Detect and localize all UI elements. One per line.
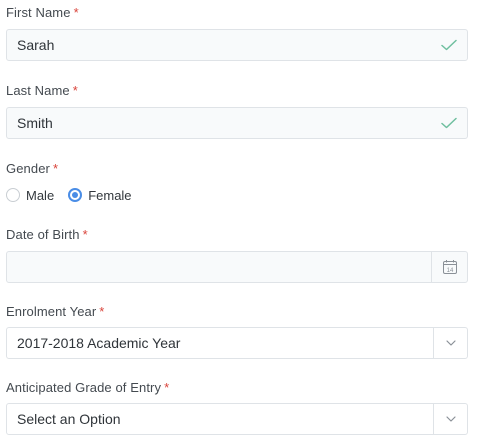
required-asterisk: * [164, 380, 170, 395]
gender-radio-group: Male Female [6, 186, 146, 204]
chevron-down-icon [445, 416, 456, 422]
enrolment-year-dropdown-button[interactable] [433, 328, 467, 358]
required-asterisk: * [52, 161, 59, 176]
calendar-day: 14 [446, 268, 453, 274]
required-asterisk: * [99, 304, 105, 319]
first-name-label: First Name * [6, 5, 79, 20]
grade-label: Anticipated Grade of Entry * [6, 380, 170, 395]
date-of-birth-input[interactable]: 14 [6, 251, 468, 283]
grade-value: Select an Option [17, 411, 121, 427]
gender-option-male[interactable]: Male [6, 188, 54, 203]
required-asterisk: * [73, 5, 79, 20]
enrolment-year-value: 2017-2018 Academic Year [17, 335, 181, 351]
check-icon [441, 39, 457, 51]
gender-label: Gender * [6, 161, 59, 176]
first-name-input[interactable]: Sarah [6, 29, 468, 61]
gender-option-label: Female [88, 187, 132, 203]
radio-female[interactable] [68, 188, 83, 202]
required-asterisk: * [82, 227, 88, 242]
grade-dropdown-button[interactable] [433, 404, 467, 434]
last-name-label: Last Name * [6, 83, 78, 98]
radio-male[interactable] [6, 188, 20, 202]
grade-select[interactable]: Select an Option [6, 403, 468, 435]
calendar-icon: 14 [442, 260, 457, 274]
chevron-down-icon [445, 340, 456, 346]
calendar-button[interactable]: 14 [431, 252, 467, 282]
gender-option-label: Male [26, 187, 55, 203]
gender-option-female[interactable]: Female [68, 187, 132, 203]
last-name-input[interactable]: Smith [6, 107, 468, 139]
last-name-value: Smith [17, 115, 53, 131]
dob-label: Date of Birth * [6, 227, 88, 242]
required-asterisk: * [72, 83, 78, 98]
check-icon [441, 117, 457, 129]
enrolment-year-label: Enrolment Year * [6, 304, 105, 319]
first-name-value: Sarah [17, 37, 55, 53]
enrolment-year-select[interactable]: 2017-2018 Academic Year [6, 327, 468, 359]
